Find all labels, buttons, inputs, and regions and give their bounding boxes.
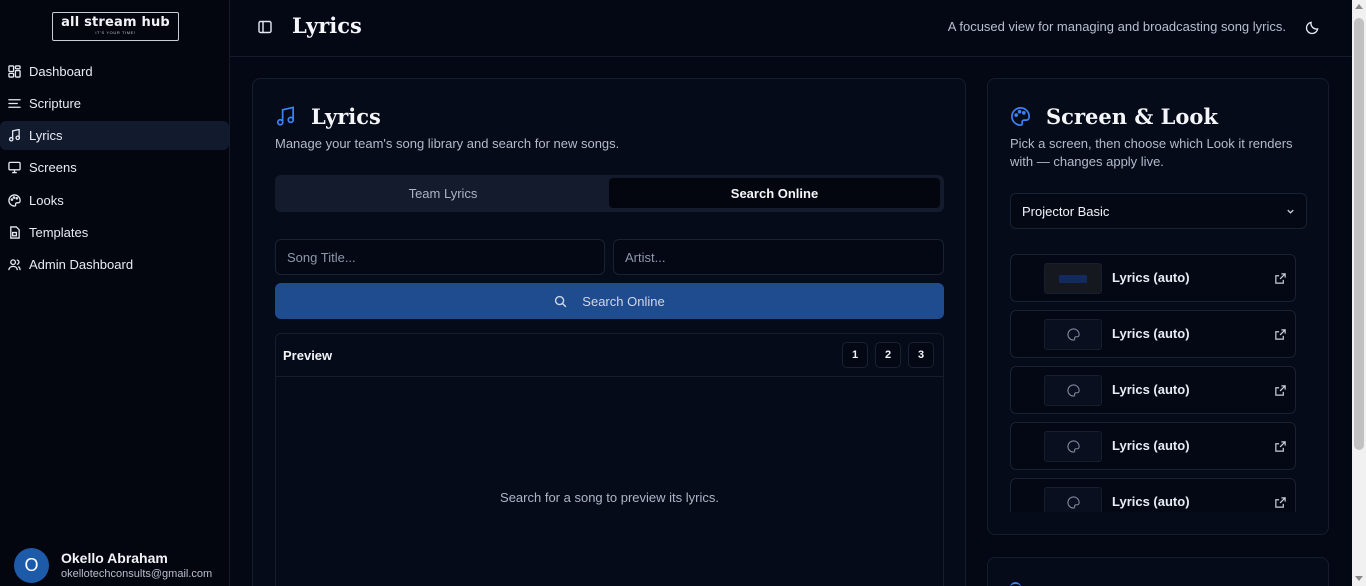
scroll-thumb[interactable] xyxy=(1354,18,1364,450)
screen-look-title: Screen & Look xyxy=(1046,104,1218,129)
palette-icon xyxy=(1066,328,1080,341)
look-item[interactable]: Lyrics (auto) xyxy=(1010,422,1296,470)
top-header: Lyrics A focused view for managing and b… xyxy=(230,0,1352,57)
look-item[interactable]: Lyrics (auto) xyxy=(1010,478,1296,512)
sidebar: all stream hub IT'S YOUR TIME! Dashboard… xyxy=(0,0,230,586)
lyrics-tabs: Team Lyrics Search Online xyxy=(275,175,944,212)
logo-tagline: IT'S YOUR TIME! xyxy=(95,30,136,35)
screen-select-value: Projector Basic xyxy=(1022,203,1110,219)
look-label: Lyrics (auto) xyxy=(1112,494,1190,509)
look-item[interactable]: Lyrics (auto) xyxy=(1010,254,1296,302)
look-thumbnail xyxy=(1044,487,1102,512)
palette-icon xyxy=(1066,384,1080,397)
look-item[interactable]: Lyrics (auto) xyxy=(1010,310,1296,358)
lyrics-card: Lyrics Manage your team's song library a… xyxy=(252,78,966,586)
page-scrollbar[interactable] xyxy=(1352,0,1366,586)
external-link-icon[interactable] xyxy=(1274,496,1287,509)
sidebar-toggle-icon[interactable] xyxy=(257,19,273,35)
tab-search-online[interactable]: Search Online xyxy=(609,178,940,208)
sidebar-item-label: Scripture xyxy=(29,96,82,111)
user-email: okellotechconsults@gmail.com xyxy=(61,568,213,580)
preview-header: Preview 1 2 3 xyxy=(276,334,943,377)
user-profile[interactable]: O Okello Abraham okellotechconsults@gmai… xyxy=(14,548,212,583)
chevron-down-icon xyxy=(1287,209,1294,214)
moon-icon[interactable] xyxy=(1305,20,1320,35)
sidebar-item-lyrics[interactable]: Lyrics xyxy=(0,121,229,150)
external-link-icon[interactable] xyxy=(1274,440,1287,453)
avatar: O xyxy=(14,548,49,583)
look-list: Lyrics (auto) Lyrics (auto) Lyrics (auto… xyxy=(1010,254,1297,512)
page-description: A focused view for managing and broadcas… xyxy=(947,19,1286,34)
users-icon xyxy=(8,259,21,271)
app-logo[interactable]: all stream hub IT'S YOUR TIME! xyxy=(52,12,179,41)
look-thumbnail xyxy=(1044,319,1102,350)
screen-look-description: Pick a screen, then choose which Look it… xyxy=(1010,135,1293,171)
look-label: Lyrics (auto) xyxy=(1112,438,1190,453)
dashboard-icon xyxy=(8,65,21,78)
description-line: Pick a screen, then choose which Look it… xyxy=(1010,136,1293,151)
lyrics-card-title: Lyrics xyxy=(311,104,381,129)
look-thumbnail xyxy=(1044,375,1102,406)
sidebar-item-admin-dashboard[interactable]: Admin Dashboard xyxy=(0,250,229,279)
external-link-icon[interactable] xyxy=(1274,384,1287,397)
artist-input[interactable]: Artist... xyxy=(613,239,944,275)
sidebar-item-label: Looks xyxy=(29,193,64,208)
sidebar-item-screens[interactable]: Screens xyxy=(0,153,229,182)
description-line: with — changes apply live. xyxy=(1010,154,1164,169)
sidebar-item-dashboard[interactable]: Dashboard xyxy=(0,57,229,86)
page-title: Lyrics xyxy=(292,13,362,38)
look-label: Lyrics (auto) xyxy=(1112,326,1190,341)
search-icon xyxy=(555,295,567,307)
lyrics-card-description: Manage your team's song library and sear… xyxy=(275,136,620,151)
page-button-1[interactable]: 1 xyxy=(842,342,868,368)
palette-icon xyxy=(1066,496,1080,509)
sidebar-item-label: Lyrics xyxy=(29,128,63,143)
palette-icon xyxy=(8,194,21,207)
search-online-button[interactable]: Search Online xyxy=(275,283,944,319)
lyrics-preview-bar xyxy=(1059,274,1087,283)
look-label: Lyrics (auto) xyxy=(1112,382,1190,397)
tab-team-lyrics[interactable]: Team Lyrics xyxy=(278,178,608,208)
sidebar-item-label: Templates xyxy=(29,225,89,240)
look-thumbnail xyxy=(1044,263,1102,294)
palette-icon xyxy=(1066,440,1080,453)
look-item[interactable]: Lyrics (auto) xyxy=(1010,366,1296,414)
list-icon xyxy=(8,99,21,108)
sidebar-item-scripture[interactable]: Scripture xyxy=(0,89,229,118)
sidebar-item-label: Screens xyxy=(29,160,77,175)
external-link-icon[interactable] xyxy=(1274,272,1287,285)
sidebar-item-label: Dashboard xyxy=(29,64,93,79)
card-icon xyxy=(1010,582,1021,586)
look-label: Lyrics (auto) xyxy=(1112,270,1190,285)
scroll-up-arrow-icon[interactable] xyxy=(1355,4,1363,9)
preview-empty-message: Search for a song to preview its lyrics. xyxy=(500,490,719,505)
monitor-icon xyxy=(8,161,21,174)
preview-label: Preview xyxy=(283,348,333,363)
secondary-card xyxy=(987,557,1329,586)
screen-select[interactable]: Projector Basic xyxy=(1010,193,1307,229)
page-button-2[interactable]: 2 xyxy=(875,342,901,368)
music-icon xyxy=(276,106,295,126)
song-title-input[interactable]: Song Title... xyxy=(275,239,605,275)
search-online-label: Search Online xyxy=(582,293,665,309)
logo-text: all stream hub xyxy=(61,15,170,30)
music-icon xyxy=(8,129,21,142)
template-icon xyxy=(10,226,20,239)
user-name: Okello Abraham xyxy=(61,550,168,566)
preview-panel: Preview 1 2 3 Search for a song to previ… xyxy=(275,333,944,586)
screen-look-card: Screen & Look Pick a screen, then choose… xyxy=(987,78,1329,535)
sidebar-item-looks[interactable]: Looks xyxy=(0,186,229,215)
palette-icon xyxy=(1011,107,1030,126)
sidebar-item-label: Admin Dashboard xyxy=(29,257,134,272)
look-thumbnail xyxy=(1044,431,1102,462)
page-button-3[interactable]: 3 xyxy=(908,342,934,368)
sidebar-item-templates[interactable]: Templates xyxy=(0,218,229,247)
scroll-down-arrow-icon[interactable] xyxy=(1355,576,1363,581)
external-link-icon[interactable] xyxy=(1274,328,1287,341)
